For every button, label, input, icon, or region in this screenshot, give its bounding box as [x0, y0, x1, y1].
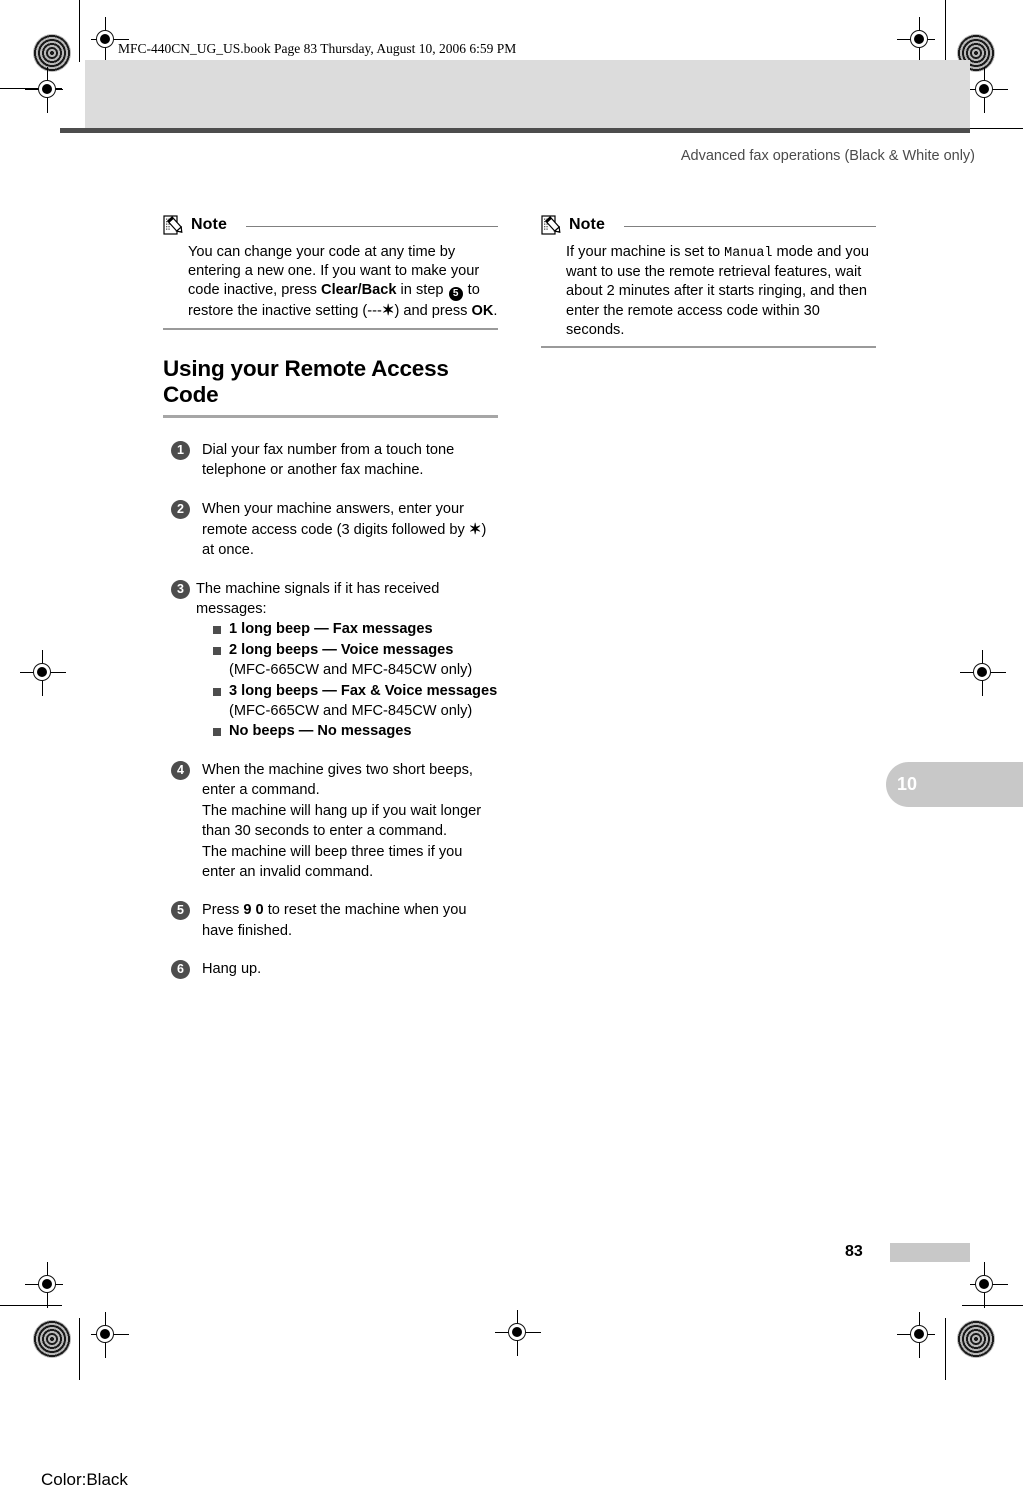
running-head-title: Advanced fax operations (Black & White o… — [680, 148, 975, 164]
trim-line-vertical-bottom-left — [79, 1318, 80, 1380]
registration-mark-mid-left — [20, 650, 66, 696]
color-slug: Color:Black — [41, 1470, 128, 1489]
page-number-bar — [890, 1243, 970, 1262]
step-item-3: 3 The machine signals if it has received… — [163, 579, 498, 742]
trim-line-vertical-top-right — [945, 0, 946, 62]
step-number-3: 3 — [171, 579, 190, 599]
note-pencil-icon — [541, 214, 563, 236]
step-item-5: 5 Press 9 0 to reset the machine when yo… — [163, 900, 498, 941]
square-bullet-icon — [213, 728, 221, 737]
bullet-strong-4: No beeps — No messages — [229, 723, 412, 740]
header-gray-band — [85, 60, 970, 128]
step-4-line-2: The machine will hang up if you wait lon… — [202, 802, 482, 840]
note-left-bold-ok: OK — [471, 303, 494, 320]
bullet-strong-2: 2 long beeps — Voice messages — [229, 641, 454, 658]
step-4-line-1: When the machine gives two short beeps, … — [202, 761, 473, 799]
step-text-2: When your machine answers, enter your re… — [202, 499, 498, 560]
trim-line-vertical-bottom-right — [945, 1318, 946, 1380]
list-item: 2 long beeps — Voice messages (MFC-665CW… — [213, 640, 498, 681]
page-number: 83 — [845, 1243, 863, 1260]
step-2-text-1: When your machine answers, enter your re… — [202, 501, 469, 538]
registration-mark-top-right-inner — [897, 17, 943, 63]
step-number-6: 6 — [171, 960, 190, 980]
step-5-bold-code: 9 0 — [243, 902, 264, 919]
registration-mark-bottom-center — [495, 1310, 541, 1356]
note-right-mono-manual: Manual — [724, 246, 773, 261]
step-number-5: 5 — [171, 901, 190, 921]
document-page: MFC-440CN_UG_US.book Page 83 Thursday, A… — [0, 0, 1023, 1493]
note-body-left: You can change your code at any time by … — [188, 243, 498, 322]
note-header-right: Note — [541, 212, 876, 238]
note-left-circled-step: 5 — [448, 287, 463, 302]
chapter-tab-number: 10 — [897, 774, 918, 794]
asterisk-key-icon: ✶ — [381, 302, 395, 320]
registration-mark-mid-right — [960, 650, 1006, 696]
left-column: Note You can change your code at any tim… — [163, 212, 498, 980]
section-heading-rule — [163, 414, 498, 418]
square-bullet-icon — [213, 626, 221, 635]
trim-line-horizontal-left-lower — [0, 1305, 62, 1306]
trim-line-horizontal-right-upper — [962, 128, 1023, 129]
step-text-1: Dial your fax number from a touch tone t… — [202, 441, 455, 479]
note-box-right: Note If your machine is set to Manual mo… — [541, 212, 876, 349]
halftone-target-bottom-right — [957, 1320, 995, 1358]
step-5-text-1: Press — [202, 902, 244, 919]
asterisk-key-icon-step2: ✶ — [468, 520, 482, 538]
step-text-3: The machine signals if it has received m… — [196, 580, 440, 618]
square-bullet-icon — [213, 687, 221, 696]
registration-mark-bottom-left-inner — [83, 1312, 129, 1358]
bullet-plain-3: (MFC-665CW and MFC-845CW only) — [229, 703, 473, 720]
note-body-right: If your machine is set to Manual mode an… — [566, 243, 876, 340]
note-label-left: Note — [191, 216, 227, 233]
book-file-slug: MFC-440CN_UG_US.book Page 83 Thursday, A… — [118, 41, 517, 56]
step-item-4: 4 When the machine gives two short beeps… — [163, 760, 498, 882]
note-pencil-icon — [163, 214, 185, 236]
note-left-bold-clear-back: Clear/Back — [321, 282, 397, 299]
step-3-bullet-list: 1 long beep — Fax messages 2 long beeps … — [196, 619, 498, 741]
registration-mark-left-upper — [25, 67, 71, 113]
list-item: No beeps — No messages — [213, 721, 498, 741]
bullet-plain-2: (MFC-665CW and MFC-845CW only) — [229, 662, 473, 679]
step-item-2: 2 When your machine answers, enter your … — [163, 499, 498, 560]
step-item-6: 6 Hang up. — [163, 959, 498, 980]
step-text-5: Press 9 0 to reset the machine when you … — [202, 900, 498, 941]
right-column: Note If your machine is set to Manual mo… — [541, 212, 876, 358]
note-header-rule-right — [623, 226, 876, 227]
trim-line-vertical-top-left — [79, 0, 80, 62]
step-number-1: 1 — [171, 440, 190, 460]
step-item-1: 1 Dial your fax number from a touch tone… — [163, 440, 498, 481]
note-footer-rule-right — [541, 346, 876, 349]
header-rule — [60, 128, 970, 133]
note-label-right: Note — [569, 216, 605, 233]
square-bullet-icon — [213, 646, 221, 655]
step-4-line-3: The machine will beep three times if you… — [202, 843, 463, 880]
note-footer-rule-left — [163, 327, 498, 330]
list-item: 1 long beep — Fax messages — [213, 619, 498, 639]
list-item: 3 long beeps — Fax & Voice messages (MFC… — [213, 681, 498, 722]
registration-mark-bottom-right-inner — [897, 1312, 943, 1358]
note-left-text-4: ) and press — [394, 303, 472, 320]
halftone-target-bottom-left — [33, 1320, 71, 1358]
bullet-strong-3: 3 long beeps — Fax & Voice messages — [229, 682, 498, 699]
bullet-strong-1: 1 long beep — Fax messages — [229, 621, 433, 638]
note-right-text-1: If your machine is set to — [566, 244, 725, 260]
steps-list: 1 Dial your fax number from a touch tone… — [163, 440, 498, 980]
trim-line-horizontal-right-lower — [962, 1305, 1023, 1306]
registration-mark-right-lower — [962, 1262, 1008, 1308]
note-header-left: Note — [163, 212, 498, 238]
registration-mark-left-lower — [25, 1262, 71, 1308]
note-left-text-5: . — [493, 303, 498, 320]
section-heading: Using your Remote Access Code — [163, 355, 449, 407]
step-text-6: Hang up. — [202, 961, 262, 978]
step-number-2: 2 — [171, 500, 190, 520]
note-left-text-2: in step — [396, 282, 448, 299]
chapter-tab: 10 — [886, 762, 1023, 807]
note-box-left: Note You can change your code at any tim… — [163, 212, 498, 330]
note-header-rule-left — [245, 226, 498, 227]
step-number-4: 4 — [171, 760, 190, 780]
